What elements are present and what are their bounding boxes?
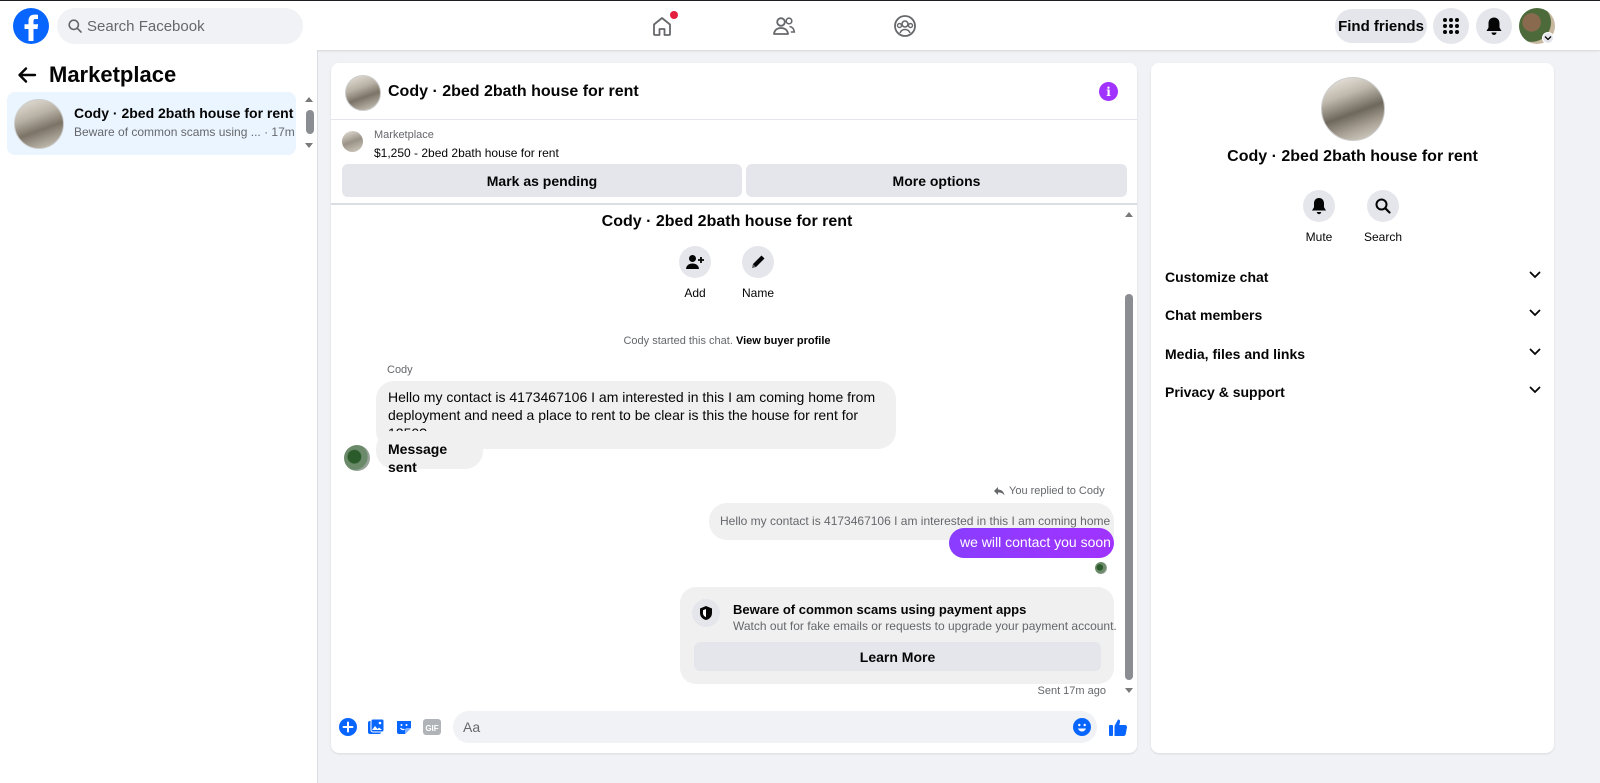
marketplace-sidebar: Marketplace Cody · 2bed 2bath house for …	[0, 50, 318, 783]
friends-icon	[772, 15, 796, 37]
scam-warning-card: Beware of common scams using payment app…	[680, 587, 1117, 684]
search-input[interactable]	[87, 8, 287, 44]
chat-started-notice: Cody started this chat. View buyer profi…	[331, 335, 1123, 347]
scroll-down-arrow[interactable]	[1125, 688, 1133, 693]
section-label: Customize chat	[1165, 269, 1269, 285]
message-input[interactable]	[453, 711, 1097, 743]
mute-action[interactable]: Mute	[1289, 190, 1349, 244]
scroll-up-arrow[interactable]	[305, 97, 313, 102]
page-title: Marketplace	[49, 62, 177, 87]
svg-text:GIF: GIF	[425, 724, 438, 733]
reply-icon	[993, 486, 1005, 496]
shield-icon	[692, 599, 720, 627]
chat-members-section[interactable]: Chat members	[1165, 301, 1541, 329]
read-receipt-avatar	[1095, 562, 1107, 574]
section-label: Chat members	[1165, 307, 1263, 323]
gif-icon[interactable]: GIF	[422, 717, 442, 737]
search-box[interactable]	[57, 8, 303, 44]
listing-price-title[interactable]: $1,250 - 2bed 2bath house for rent	[374, 146, 559, 160]
groups-icon	[893, 14, 917, 38]
thumbs-up-icon[interactable]	[1107, 717, 1129, 737]
search-icon	[68, 19, 82, 33]
privacy-support-section[interactable]: Privacy & support	[1165, 378, 1541, 406]
top-navigation-bar: Find friends	[0, 0, 1600, 50]
emoji-icon[interactable]	[1072, 717, 1092, 737]
chat-header: Cody · 2bed 2bath house for rent i	[331, 63, 1137, 120]
sender-name: Cody	[387, 364, 413, 376]
sticker-icon[interactable]	[394, 717, 414, 737]
chat-avatar[interactable]	[345, 75, 381, 111]
add-member-action[interactable]: Add	[660, 246, 730, 300]
info-icon[interactable]: i	[1099, 82, 1118, 101]
chevron-down-icon	[1529, 309, 1541, 317]
conversation-item[interactable]: Cody · 2bed 2bath house for rent Beware …	[7, 92, 296, 155]
incoming-message[interactable]: Message sent	[376, 431, 483, 475]
scroll-up-arrow[interactable]	[1125, 212, 1133, 217]
chat-title[interactable]: Cody · 2bed 2bath house for rent	[388, 83, 639, 101]
bell-icon	[1303, 190, 1335, 222]
section-label: Media, files and links	[1165, 346, 1306, 362]
chevron-down-icon[interactable]	[1542, 32, 1554, 44]
conversation-avatar	[14, 99, 64, 149]
reply-indicator: You replied to Cody	[993, 485, 1105, 497]
outgoing-message[interactable]: we will contact you soon	[949, 528, 1114, 558]
scam-warning-title: Beware of common scams using payment app…	[733, 602, 1027, 617]
scam-warning-subtitle: Watch out for fake emails or requests to…	[733, 619, 1117, 633]
listing-banner: Marketplace $1,250 - 2bed 2bath house fo…	[331, 121, 1137, 205]
grid-menu-icon	[1442, 17, 1460, 35]
sidebar-scrollbar[interactable]	[306, 110, 314, 134]
add-label: Add	[684, 286, 706, 300]
section-label: Privacy & support	[1165, 384, 1285, 400]
find-friends-button[interactable]: Find friends	[1335, 9, 1427, 43]
menu-button[interactable]	[1433, 8, 1469, 44]
back-arrow-icon[interactable]	[16, 64, 38, 86]
chevron-down-icon	[1529, 386, 1541, 394]
photo-icon[interactable]	[366, 717, 386, 737]
chevron-down-icon	[1529, 271, 1541, 279]
mute-label: Mute	[1305, 230, 1333, 244]
customize-chat-section[interactable]: Customize chat	[1165, 263, 1541, 291]
sender-avatar[interactable]	[344, 445, 370, 471]
home-icon	[651, 15, 673, 37]
plus-icon[interactable]	[338, 717, 358, 737]
message-composer: GIF	[331, 707, 1137, 753]
notifications-button[interactable]	[1476, 8, 1512, 44]
sent-timestamp: Sent 17m ago	[1037, 685, 1107, 697]
search-label: Search	[1363, 230, 1403, 244]
name-chat-action[interactable]: Name	[723, 246, 793, 300]
scrollbar-thumb[interactable]	[1125, 294, 1133, 680]
more-options-button[interactable]: More options	[746, 164, 1127, 197]
view-buyer-profile-link[interactable]: View buyer profile	[736, 335, 831, 347]
conversation-preview: Beware of common scams using ... · 17m	[74, 125, 295, 139]
mark-as-pending-button[interactable]: Mark as pending	[342, 164, 742, 197]
friends-nav-button[interactable]	[764, 9, 804, 43]
facebook-logo-icon[interactable]	[13, 8, 49, 44]
conversation-title: Cody · 2bed 2bath house for rent	[74, 105, 294, 121]
bell-icon	[1485, 16, 1503, 36]
search-icon	[1367, 190, 1399, 222]
chevron-down-icon	[1529, 348, 1541, 356]
chat-scrollbar[interactable]	[1125, 212, 1133, 693]
listing-label: Marketplace	[374, 129, 434, 141]
groups-nav-button[interactable]	[885, 9, 925, 43]
chat-avatar-large[interactable]	[1321, 77, 1385, 141]
scroll-down-arrow[interactable]	[305, 143, 313, 148]
notification-dot	[670, 11, 678, 19]
listing-thumbnail[interactable]	[342, 131, 363, 152]
replied-label: You replied to Cody	[1009, 485, 1105, 497]
chat-details-panel: Cody · 2bed 2bath house for rent Mute Se…	[1151, 63, 1554, 753]
search-action[interactable]: Search	[1353, 190, 1413, 244]
message-thread: Cody · 2bed 2bath house for rent Add Nam…	[331, 207, 1137, 699]
name-label: Name	[741, 286, 774, 300]
details-title: Cody · 2bed 2bath house for rent	[1227, 148, 1478, 165]
pencil-icon	[742, 246, 774, 278]
chat-panel: Cody · 2bed 2bath house for rent i Marke…	[331, 63, 1137, 753]
thread-title: Cody · 2bed 2bath house for rent	[601, 213, 853, 230]
add-person-icon	[679, 246, 711, 278]
chat-started-text: Cody started this chat.	[623, 335, 733, 347]
media-files-links-section[interactable]: Media, files and links	[1165, 340, 1541, 368]
learn-more-button[interactable]: Learn More	[694, 642, 1101, 671]
